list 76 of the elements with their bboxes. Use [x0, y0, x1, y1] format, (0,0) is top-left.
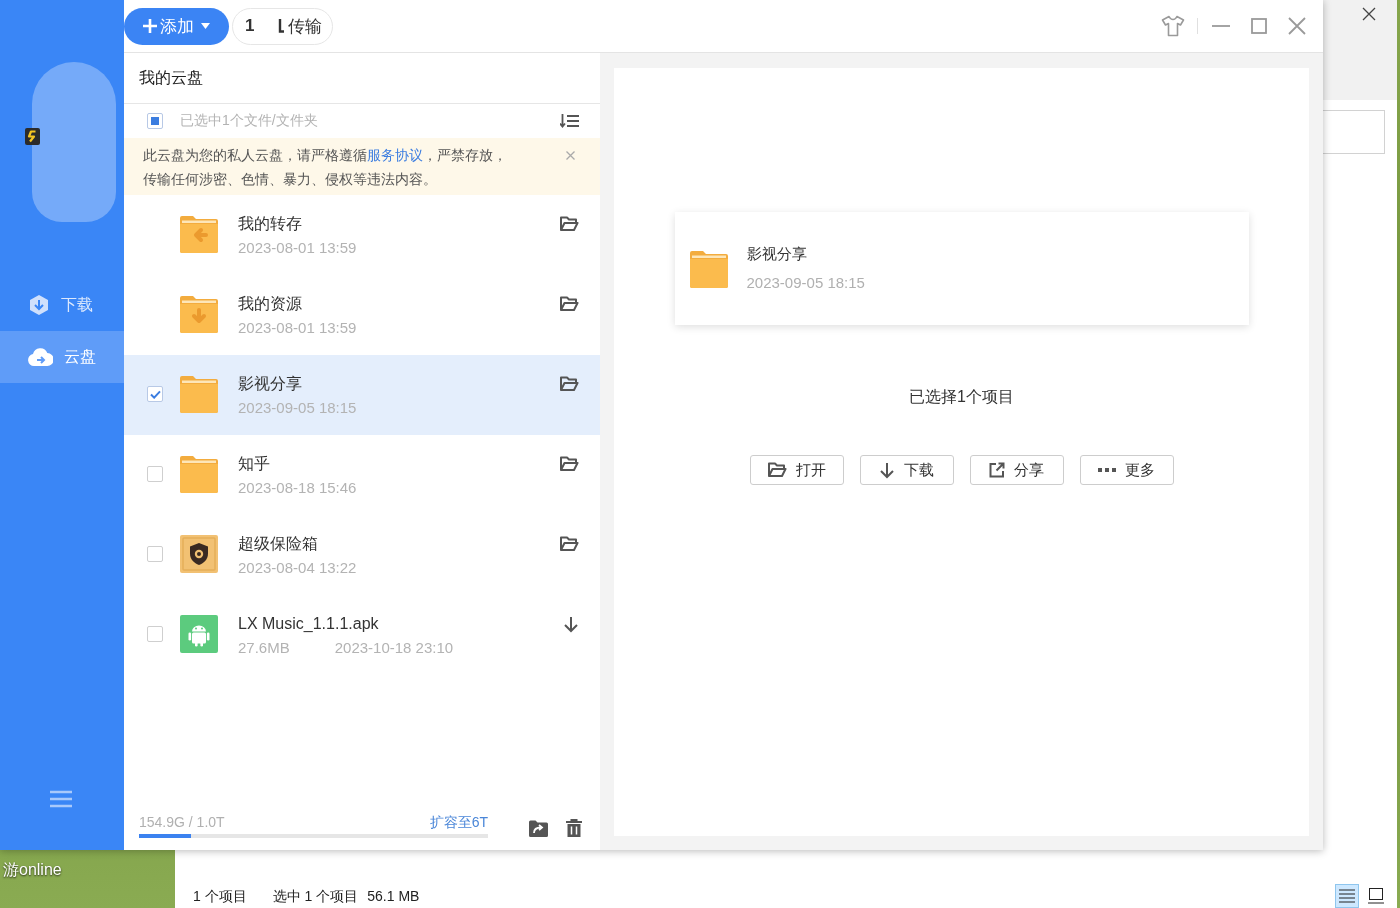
- open-folder-icon: [767, 462, 787, 478]
- list-icon: [1339, 888, 1355, 903]
- file-date: 2023-09-05 18:15: [238, 398, 357, 418]
- checkbox[interactable]: [147, 626, 163, 642]
- lightning-icon: [25, 128, 40, 145]
- download-button[interactable]: 下载: [859, 455, 954, 485]
- close-icon[interactable]: [1362, 7, 1376, 21]
- trash-icon[interactable]: [566, 819, 582, 837]
- folder-icon: [689, 249, 728, 288]
- storage-usage: 154.9G / 1.0T: [139, 813, 225, 831]
- status-selection: 选中 1 个项目: [272, 886, 359, 905]
- transfer-button[interactable]: 1 传输: [232, 7, 333, 45]
- hook-icon: [278, 19, 285, 33]
- download-icon: [28, 294, 50, 316]
- file-date: 2023-08-01 13:59: [238, 238, 357, 258]
- upgrade-link[interactable]: 扩容至6T: [429, 813, 488, 831]
- checkbox[interactable]: [147, 113, 163, 129]
- folder-share-icon[interactable]: [529, 819, 548, 837]
- t-shirt-icon[interactable]: [1161, 15, 1185, 37]
- arrow-down-icon: [879, 461, 895, 479]
- open-folder-icon[interactable]: [560, 376, 579, 392]
- file-name: 影视分享: [238, 374, 303, 394]
- file-name: 知乎: [238, 454, 271, 474]
- panel-title: 我的云盘: [124, 53, 600, 104]
- open-folder-icon[interactable]: [560, 216, 579, 232]
- more-button[interactable]: 更多: [1079, 455, 1174, 485]
- selection-text: 已选中1个文件/文件夹: [180, 112, 318, 130]
- open-folder-icon[interactable]: [560, 456, 579, 472]
- menu-icon[interactable]: [50, 790, 72, 808]
- folder-icon: [180, 375, 218, 413]
- file-name: 超级保险箱: [238, 534, 319, 554]
- maximize-icon[interactable]: [1250, 17, 1268, 35]
- file-row[interactable]: 超级保险箱 2023-08-04 13:22: [124, 515, 600, 595]
- status-size: 56.1 MB: [367, 886, 420, 905]
- file-row[interactable]: LX Music_1.1.1.apk 27.6MB 2023-10-18 23:10: [124, 595, 600, 675]
- file-row[interactable]: 影视分享 2023-09-05 18:15: [124, 355, 600, 435]
- item-date: 2023-09-05 18:15: [746, 273, 865, 293]
- shield-icon: [180, 535, 218, 573]
- file-date: 2023-08-04 13:22: [238, 558, 357, 578]
- file-date: 2023-10-18 23:10: [334, 638, 454, 658]
- android-icon: [180, 615, 218, 653]
- cloud-icon: [28, 348, 53, 366]
- open-folder-icon[interactable]: [560, 296, 579, 312]
- open-folder-icon[interactable]: [560, 536, 579, 552]
- add-button[interactable]: 添加: [124, 7, 229, 45]
- file-size: 27.6MB: [238, 638, 290, 658]
- folder-download-icon: [180, 295, 218, 333]
- more-icon: [1098, 468, 1116, 472]
- share-button[interactable]: 分享: [969, 455, 1064, 485]
- selection-summary: 已选择1个项目: [909, 387, 1014, 407]
- file-row[interactable]: 我的资源 2023-08-01 13:59: [124, 275, 600, 355]
- status-item-count: 1 个项目: [193, 886, 247, 905]
- file-name: LX Music_1.1.1.apk: [238, 614, 380, 634]
- download-icon[interactable]: [563, 616, 579, 633]
- file-row[interactable]: 我的转存 2023-08-01 13:59: [124, 195, 600, 275]
- checkbox[interactable]: [147, 466, 163, 482]
- file-name: 我的转存: [238, 214, 303, 234]
- folder-arrow-icon: [180, 215, 218, 253]
- plus-icon: [143, 19, 157, 33]
- square-icon: [1368, 887, 1384, 904]
- caret-icon: [201, 23, 210, 29]
- open-button[interactable]: 打开: [749, 455, 844, 485]
- input-field[interactable]: [1323, 110, 1385, 154]
- item-name: 影视分享: [746, 244, 808, 264]
- share-icon: [989, 462, 1005, 478]
- file-row[interactable]: 知乎 2023-08-18 15:46: [124, 435, 600, 515]
- file-date: 2023-08-18 15:46: [238, 478, 357, 498]
- service-agreement-link[interactable]: 服务协议: [367, 147, 423, 163]
- checkbox[interactable]: [147, 386, 163, 402]
- folder-icon: [180, 455, 218, 493]
- file-name: 我的资源: [238, 294, 303, 314]
- notice-text: 此云盘为您的私人云盘，请严格遵循服务协议，严禁存放，传输任何涉密、色情、暴力、侵权等违法内容。: [143, 146, 508, 189]
- checkbox[interactable]: [147, 546, 163, 562]
- sort-icon[interactable]: [560, 114, 579, 128]
- desktop-icon-label: 游online: [3, 860, 62, 880]
- file-date: 2023-08-01 13:59: [238, 318, 357, 338]
